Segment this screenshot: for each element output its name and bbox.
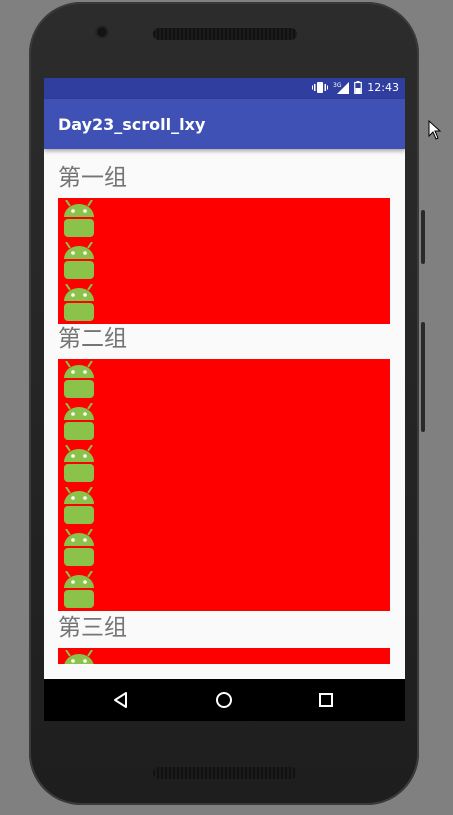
status-bar: 3G 12:43 (44, 78, 405, 99)
volume-button (421, 322, 425, 432)
recents-icon[interactable] (315, 689, 337, 711)
android-icon (62, 241, 96, 282)
android-icon (62, 528, 96, 569)
vibrate-icon (312, 81, 329, 94)
group-list-3[interactable] (58, 648, 390, 664)
home-icon[interactable] (213, 689, 235, 711)
power-button (421, 210, 425, 264)
group-title-2: 第二组 (58, 326, 127, 352)
battery-icon (354, 81, 363, 95)
group-title-3: 第三组 (58, 615, 127, 641)
android-icon (62, 199, 96, 240)
back-icon[interactable] (110, 689, 132, 711)
bottom-speaker (153, 767, 297, 779)
front-camera (97, 27, 107, 37)
android-icon (62, 283, 96, 324)
app-title: Day23_scroll_lxy (58, 115, 206, 134)
android-icon (62, 402, 96, 443)
group-list-2[interactable] (58, 359, 390, 611)
android-icon (62, 649, 96, 664)
group-title-1: 第一组 (58, 165, 127, 191)
mouse-cursor-icon (428, 120, 442, 140)
app-bar: Day23_scroll_lxy (44, 99, 405, 149)
svg-text:3G: 3G (333, 82, 342, 89)
signal-3g-icon: 3G (333, 81, 350, 94)
android-icon (62, 570, 96, 611)
navigation-bar (44, 679, 405, 721)
android-icon (62, 486, 96, 527)
scroll-view[interactable]: 第一组 第二组 第三组 (44, 149, 405, 679)
group-list-1[interactable] (58, 198, 390, 324)
status-time: 12:43 (367, 81, 399, 94)
android-icon (62, 444, 96, 485)
device-screen: 3G 12:43 Day23_scroll_lxy 第一组 第二组 第三组 (44, 78, 405, 721)
android-icon (62, 360, 96, 401)
top-speaker (153, 28, 297, 40)
